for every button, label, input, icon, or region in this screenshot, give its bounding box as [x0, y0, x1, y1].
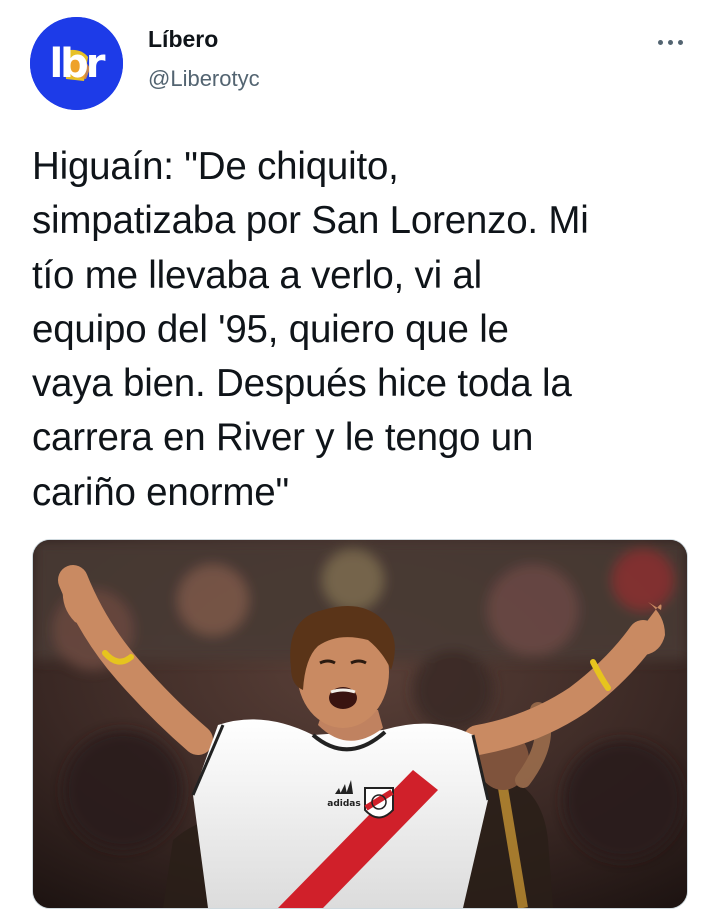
tweet-photo[interactable]: adidas [32, 539, 688, 909]
tweet-text: Higuaín: "De chiquito, simpatizaba por S… [32, 145, 589, 514]
author-handle[interactable]: @Liberotyc [148, 66, 260, 92]
celebrating-player-image: adidas [33, 540, 687, 908]
more-horizontal-icon [657, 39, 663, 45]
author-name[interactable]: Líbero [148, 26, 218, 53]
svg-text:lbr: lbr [49, 41, 105, 87]
more-options-button[interactable] [648, 22, 692, 62]
avatar[interactable]: lbr [30, 17, 123, 110]
libero-logo-icon: lbr [30, 17, 123, 110]
river-plate-badge-icon [364, 787, 394, 819]
tweet-card: lbr Líbero @Liberotyc Higuaín: "De chiqu… [0, 0, 719, 922]
svg-text:adidas: adidas [327, 799, 360, 809]
